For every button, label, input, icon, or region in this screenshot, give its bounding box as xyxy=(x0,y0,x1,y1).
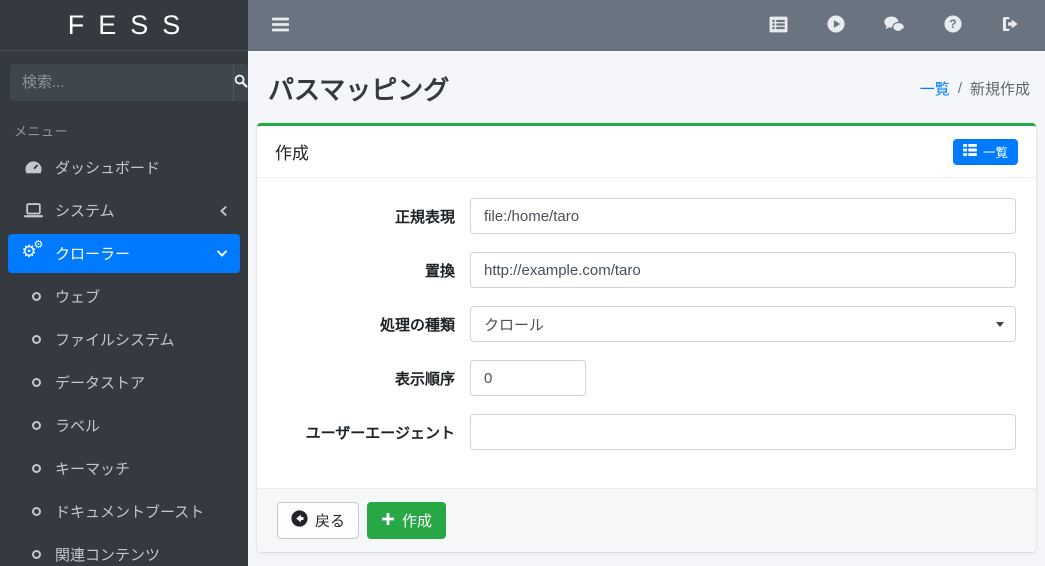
comments-button[interactable] xyxy=(880,12,909,40)
sidebar-item-label: キーマッチ xyxy=(55,458,130,479)
play-circle-icon xyxy=(827,15,845,36)
sidebar-item-keymatch[interactable]: キーマッチ xyxy=(8,449,240,488)
plus-icon xyxy=(381,512,395,530)
brand-link[interactable]: FESS xyxy=(0,0,248,51)
sidebar-item-label: ファイルシステム xyxy=(55,329,175,350)
sidebar-search-input[interactable] xyxy=(10,64,233,101)
navbar-right-icons: ? xyxy=(765,11,1027,40)
sidebar-item-label: ラベル xyxy=(55,415,100,436)
regex-label: 正規表現 xyxy=(277,206,470,227)
sidebar-item-filesystem[interactable]: ファイルシステム xyxy=(8,320,240,359)
breadcrumb-list-link[interactable]: 一覧 xyxy=(920,78,950,99)
form-row-replacement: 置換 xyxy=(277,252,1016,288)
create-button[interactable]: 作成 xyxy=(367,502,446,539)
sidebar-item-label: システム xyxy=(55,200,115,221)
circle-icon xyxy=(25,292,47,301)
th-list-icon xyxy=(963,144,977,159)
list-view-button[interactable]: 一覧 xyxy=(953,139,1018,165)
search-icon xyxy=(234,74,248,91)
circle-icon xyxy=(25,335,47,344)
form-row-regex: 正規表現 xyxy=(277,198,1016,234)
question-circle-icon: ? xyxy=(944,15,962,36)
comments-icon xyxy=(884,16,905,36)
list-view-button-label: 一覧 xyxy=(983,142,1008,161)
circle-icon xyxy=(25,421,47,430)
card-footer: 戻る 作成 xyxy=(257,488,1036,552)
sidebar-item-label: ドキュメントブースト xyxy=(55,501,204,522)
back-button-label: 戻る xyxy=(315,510,345,531)
sidebar-nav: ダッシュボード システム ⚙⚙ クローラー xyxy=(0,148,248,566)
process-type-select[interactable]: クロール xyxy=(470,306,1016,342)
sidebar-item-docboost[interactable]: ドキュメントブースト xyxy=(8,492,240,531)
chevron-down-icon xyxy=(216,249,228,258)
chevron-left-icon xyxy=(219,205,228,217)
content-header: パスマッピング 一覧 / 新規作成 xyxy=(248,51,1045,123)
circle-icon xyxy=(25,550,47,559)
sidebar-item-datastore[interactable]: データストア xyxy=(8,363,240,402)
breadcrumb-separator: / xyxy=(958,80,962,97)
sidebar: FESS メニュー ダッシュボード システム xyxy=(0,0,248,566)
create-card: 作成 一覧 正規表現 置換 処理の種類 xyxy=(257,123,1036,552)
circle-icon xyxy=(25,378,47,387)
sidebar-item-web[interactable]: ウェブ xyxy=(8,277,240,316)
sidebar-item-dashboard[interactable]: ダッシュボード xyxy=(8,148,240,187)
form-row-user-agent: ユーザーエージェント xyxy=(277,414,1016,450)
brand-logo: FESS xyxy=(54,10,195,41)
gears-icon: ⚙⚙ xyxy=(20,244,47,264)
breadcrumb: 一覧 / 新規作成 xyxy=(920,78,1030,99)
sidebar-search xyxy=(10,64,238,101)
replacement-input[interactable] xyxy=(470,252,1016,288)
sidebar-item-label: クローラー xyxy=(55,243,130,264)
list-alt-icon xyxy=(769,16,788,36)
process-type-label: 処理の種類 xyxy=(277,314,470,335)
select-caret-icon xyxy=(996,322,1004,327)
sidebar-item-system[interactable]: システム xyxy=(8,191,240,230)
play-circle-button[interactable] xyxy=(823,11,849,40)
sidebar-item-label[interactable]: ラベル xyxy=(8,406,240,445)
list-alt-button[interactable] xyxy=(765,12,792,40)
card-header: 作成 一覧 xyxy=(257,126,1036,178)
sort-order-input[interactable] xyxy=(470,360,586,396)
circle-icon xyxy=(25,464,47,473)
main-content: パスマッピング 一覧 / 新規作成 作成 一覧 正規表現 xyxy=(248,51,1045,566)
sidebar-item-label: データストア xyxy=(55,372,145,393)
page-title: パスマッピング xyxy=(268,70,449,107)
back-button[interactable]: 戻る xyxy=(277,502,359,539)
user-agent-input[interactable] xyxy=(470,414,1016,450)
sidebar-search-button[interactable] xyxy=(233,64,248,101)
sidebar-item-crawler[interactable]: ⚙⚙ クローラー xyxy=(8,234,240,273)
circle-icon xyxy=(25,507,47,516)
logout-button[interactable] xyxy=(997,12,1023,39)
process-type-selected-value: クロール xyxy=(484,314,544,335)
tachometer-icon xyxy=(20,160,47,175)
bars-icon xyxy=(272,17,289,35)
arrow-circle-left-icon xyxy=(291,510,308,531)
sort-order-label: 表示順序 xyxy=(277,368,470,389)
create-button-label: 作成 xyxy=(402,510,432,531)
sidebar-item-label: ダッシュボード xyxy=(55,157,160,178)
sidebar-menu-header: メニュー xyxy=(0,107,248,148)
sidebar-item-label: 関連コンテンツ xyxy=(55,544,160,565)
breadcrumb-current: 新規作成 xyxy=(970,78,1030,99)
card-title: 作成 xyxy=(275,139,309,164)
laptop-icon xyxy=(20,203,47,218)
sidebar-item-label: ウェブ xyxy=(55,286,100,307)
user-agent-label: ユーザーエージェント xyxy=(277,422,470,443)
app-window: FESS メニュー ダッシュボード システム xyxy=(0,0,1045,566)
card-body: 正規表現 置換 処理の種類 クロール 表示順序 xyxy=(257,178,1036,488)
top-navbar: ? xyxy=(248,0,1045,51)
sidebar-item-relatedcontent[interactable]: 関連コンテンツ xyxy=(8,535,240,566)
sign-out-icon xyxy=(1001,16,1019,35)
help-button[interactable]: ? xyxy=(940,11,966,40)
form-row-sort-order: 表示順序 xyxy=(277,360,1016,396)
form-row-process-type: 処理の種類 クロール xyxy=(277,306,1016,342)
svg-text:?: ? xyxy=(949,17,956,31)
replacement-label: 置換 xyxy=(277,260,470,281)
sidebar-toggle-button[interactable] xyxy=(268,13,293,39)
regex-input[interactable] xyxy=(470,198,1016,234)
